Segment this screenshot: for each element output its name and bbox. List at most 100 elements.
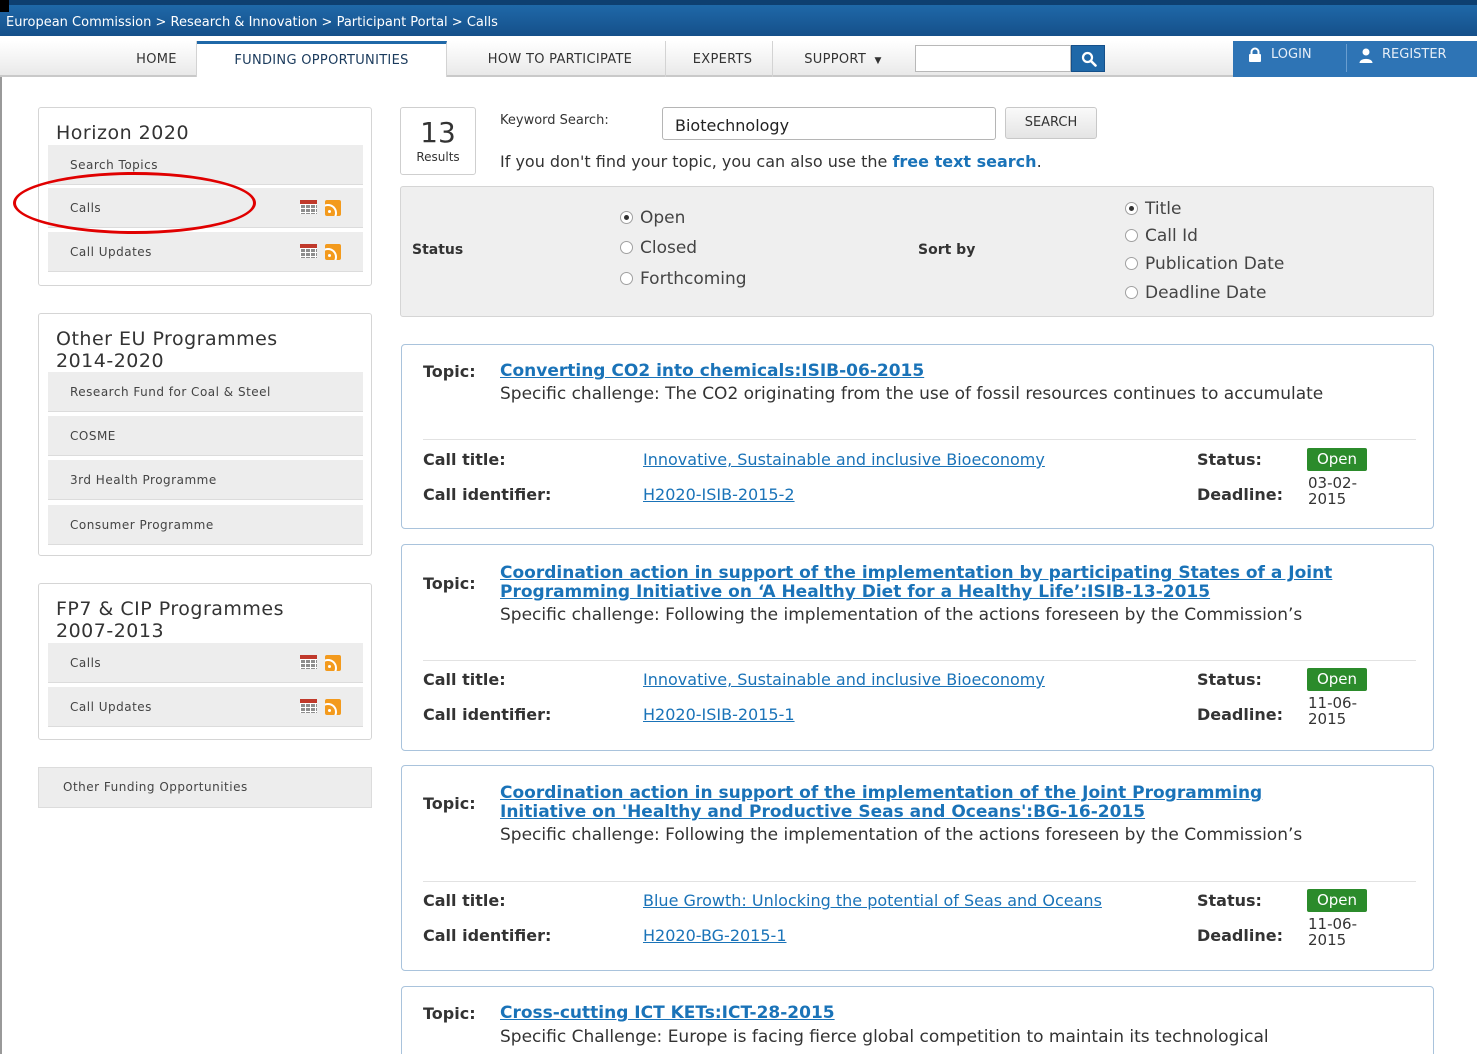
radio-selected-icon bbox=[1125, 202, 1138, 215]
status-radio-open[interactable]: Open bbox=[620, 208, 685, 228]
calendar-icon[interactable] bbox=[300, 699, 317, 713]
sidebar-item-call-updates[interactable]: Call Updates bbox=[48, 232, 363, 272]
radio-label: Forthcoming bbox=[640, 269, 747, 289]
rss-icon[interactable] bbox=[325, 200, 341, 216]
status-label: Status: bbox=[1197, 450, 1262, 469]
sort-radio-publication-date[interactable]: Publication Date bbox=[1125, 254, 1284, 274]
deadline-label: Deadline: bbox=[1197, 926, 1283, 945]
topic-challenge: Specific challenge: Following the implem… bbox=[500, 605, 1303, 625]
status-filter-label: Status bbox=[412, 242, 464, 258]
keyword-search-label: Keyword Search: bbox=[500, 113, 609, 128]
status-badge: Open bbox=[1307, 889, 1367, 912]
register-button[interactable]: REGISTER bbox=[1358, 41, 1447, 77]
sidebar-item-fp7-calls[interactable]: Calls bbox=[48, 643, 363, 683]
call-title-link[interactable]: Innovative, Sustainable and inclusive Bi… bbox=[643, 450, 1045, 469]
radio-label: Title bbox=[1145, 199, 1182, 219]
radio-selected-icon bbox=[620, 211, 633, 224]
login-button[interactable]: LOGIN bbox=[1247, 41, 1312, 77]
result-card: Topic: Coordination action in support of… bbox=[401, 765, 1434, 971]
sidebar-section-title: Horizon 2020 bbox=[56, 122, 190, 144]
topic-title-link[interactable]: Converting CO2 into chemicals:ISIB-06-20… bbox=[500, 362, 1410, 381]
sort-radio-title[interactable]: Title bbox=[1125, 199, 1181, 219]
calendar-icon[interactable] bbox=[300, 244, 317, 258]
call-identifier-link[interactable]: H2020-BG-2015-1 bbox=[643, 926, 787, 945]
nav-support[interactable]: SUPPORT ▼ bbox=[780, 41, 906, 77]
nav-experts[interactable]: EXPERTS bbox=[673, 41, 773, 77]
status-radio-forthcoming[interactable]: Forthcoming bbox=[620, 269, 747, 289]
top-breadcrumb-bar: European Commission > Research & Innovat… bbox=[0, 0, 1477, 36]
login-label: LOGIN bbox=[1271, 47, 1312, 62]
sidebar-item-icons bbox=[300, 655, 341, 671]
search-button[interactable]: SEARCH bbox=[1005, 107, 1097, 139]
call-identifier-link[interactable]: H2020-ISIB-2015-2 bbox=[643, 485, 795, 504]
topic-title-link[interactable]: Coordination action in support of the im… bbox=[500, 784, 1410, 822]
rss-icon[interactable] bbox=[325, 244, 341, 260]
call-title-link[interactable]: Innovative, Sustainable and inclusive Bi… bbox=[643, 670, 1045, 689]
topic-challenge: Specific challenge: The CO2 originating … bbox=[500, 384, 1324, 404]
free-text-search-link[interactable]: free text search bbox=[892, 152, 1036, 171]
sidebar-item-label: Call Updates bbox=[70, 245, 152, 259]
status-badge: Open bbox=[1307, 448, 1367, 471]
sidebar-item-health-programme[interactable]: 3rd Health Programme bbox=[48, 460, 363, 500]
nav-support-label: SUPPORT bbox=[804, 52, 867, 67]
search-icon bbox=[1081, 51, 1097, 67]
result-card: Topic: Cross-cutting ICT KETs:ICT-28-201… bbox=[401, 986, 1434, 1054]
call-title-label: Call title: bbox=[423, 670, 506, 689]
sidebar-item-consumer-programme[interactable]: Consumer Programme bbox=[48, 505, 363, 545]
topic-challenge: Specific Challenge: Europe is facing fie… bbox=[500, 1027, 1269, 1047]
call-title-label: Call title: bbox=[423, 891, 506, 910]
radio-icon bbox=[1125, 286, 1138, 299]
radio-icon bbox=[1125, 257, 1138, 270]
card-divider bbox=[423, 660, 1416, 661]
deadline-date-line: 2015 bbox=[1308, 710, 1347, 728]
keyword-search-input[interactable]: Biotechnology bbox=[662, 107, 996, 140]
breadcrumb-european-commission[interactable]: European Commission > bbox=[6, 15, 166, 30]
calendar-icon[interactable] bbox=[300, 655, 317, 669]
breadcrumb-research-innovation[interactable]: Research & Innovation > bbox=[171, 15, 333, 30]
breadcrumb-participant-portal[interactable]: Participant Portal > bbox=[337, 15, 463, 30]
sidebar-item-label: Calls bbox=[70, 656, 102, 670]
calendar-icon[interactable] bbox=[300, 200, 317, 214]
call-identifier-link[interactable]: H2020-ISIB-2015-1 bbox=[643, 705, 795, 724]
topic-title-link[interactable]: Cross-cutting ICT KETs:ICT-28-2015 bbox=[500, 1004, 1410, 1023]
deadline-date: 03-02- 2015 bbox=[1308, 475, 1357, 507]
rss-icon[interactable] bbox=[325, 655, 341, 671]
topic-title-link[interactable]: Coordination action in support of the im… bbox=[500, 564, 1410, 602]
status-radio-closed[interactable]: Closed bbox=[620, 238, 697, 258]
sort-radio-call-id[interactable]: Call Id bbox=[1125, 226, 1198, 246]
sort-by-label: Sort by bbox=[918, 242, 976, 258]
deadline-date: 11-06- 2015 bbox=[1308, 916, 1357, 948]
radio-label: Deadline Date bbox=[1145, 283, 1267, 303]
hint-text: If you don't find your topic, you can al… bbox=[500, 152, 893, 171]
sidebar-item-fp7-call-updates[interactable]: Call Updates bbox=[48, 687, 363, 727]
sidebar-title-line: FP7 & CIP Programmes bbox=[56, 598, 284, 620]
status-badge: Open bbox=[1307, 668, 1367, 691]
hint-suffix: . bbox=[1036, 152, 1042, 171]
call-identifier-label: Call identifier: bbox=[423, 485, 552, 504]
annotation-circle bbox=[13, 172, 256, 234]
nav-search-input[interactable] bbox=[915, 45, 1071, 72]
call-title-link[interactable]: Blue Growth: Unlocking the potential of … bbox=[643, 891, 1102, 910]
call-identifier-label: Call identifier: bbox=[423, 705, 552, 724]
filter-panel: Status Open Closed Forthcoming Sort by T… bbox=[400, 186, 1434, 317]
nav-funding-opportunities[interactable]: FUNDING OPPORTUNITIES bbox=[197, 41, 447, 77]
breadcrumb: European Commission > Research & Innovat… bbox=[6, 15, 498, 30]
sidebar-item-cosme[interactable]: COSME bbox=[48, 416, 363, 456]
call-title-label: Call title: bbox=[423, 450, 506, 469]
nav-search-button[interactable] bbox=[1071, 45, 1105, 72]
topic-title-line: Coordination action in support of the im… bbox=[500, 783, 1263, 803]
topic-title-line: Programming Initiative on ‘A Healthy Die… bbox=[500, 582, 1211, 602]
radio-label: Publication Date bbox=[1145, 254, 1285, 274]
topic-title-line: Coordination action in support of the im… bbox=[500, 563, 1333, 583]
rss-icon[interactable] bbox=[325, 699, 341, 715]
nav-home[interactable]: HOME bbox=[117, 41, 197, 77]
sidebar-item-coal-steel[interactable]: Research Fund for Coal & Steel bbox=[48, 372, 363, 412]
nav-how-to-participate[interactable]: HOW TO PARTICIPATE bbox=[455, 41, 666, 77]
topic-label: Topic: bbox=[423, 794, 476, 813]
sidebar-section-title: Other EU Programmes 2014-2020 bbox=[56, 328, 371, 372]
status-label: Status: bbox=[1197, 670, 1262, 689]
topic-challenge: Specific challenge: Following the implem… bbox=[500, 825, 1303, 845]
sort-radio-deadline-date[interactable]: Deadline Date bbox=[1125, 283, 1266, 303]
sidebar-item-other-funding[interactable]: Other Funding Opportunities bbox=[38, 767, 372, 808]
deadline-date: 11-06- 2015 bbox=[1308, 695, 1357, 727]
